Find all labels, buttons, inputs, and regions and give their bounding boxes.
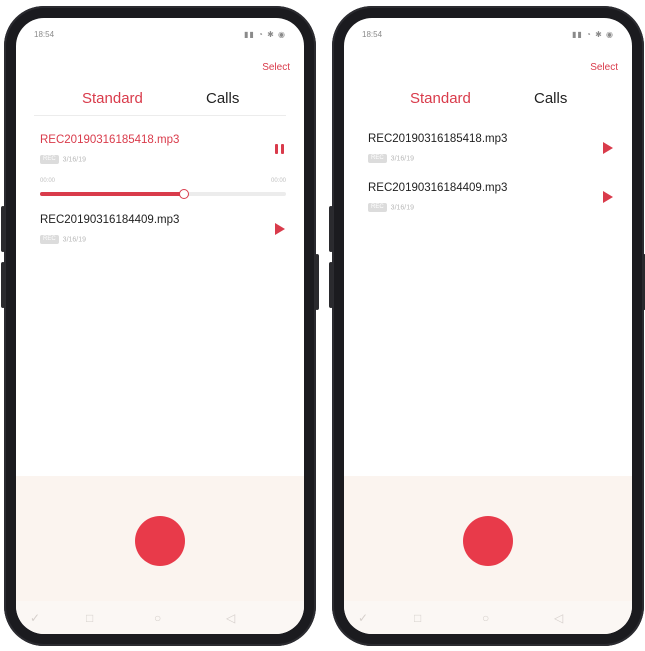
- progress-thumb[interactable]: [178, 189, 189, 199]
- tab-calls[interactable]: Calls: [206, 90, 239, 107]
- phone-right: 18:54 ▮▮ ◔ ✱ ◉ Select Standard Calls REC…: [329, 6, 645, 646]
- triangle-icon[interactable]: ◁: [554, 611, 563, 625]
- recording-meta: REC 3/16/19: [368, 154, 414, 163]
- recording-date: 3/16/19: [390, 204, 415, 212]
- back-check-icon[interactable]: ✓: [30, 611, 40, 625]
- record-panel: [344, 476, 632, 601]
- status-icons: ▮▮ ◔ ✱ ◉: [244, 30, 286, 39]
- recording-name: REC20190316184409.mp3: [40, 214, 180, 226]
- circle-icon[interactable]: ○: [482, 611, 489, 625]
- record-button[interactable]: [463, 516, 513, 566]
- pause-icon[interactable]: [272, 142, 286, 156]
- tab-calls[interactable]: Calls: [534, 90, 567, 107]
- recording-tag: REC: [368, 203, 387, 212]
- status-icons: ▮▮ ◔ ✱ ◉: [572, 30, 614, 39]
- recording-item[interactable]: REC20190316185418.mp3 REC 3/16/19: [368, 133, 616, 173]
- recording-tag: REC: [40, 155, 59, 164]
- screen-right: 18:54 ▮▮ ◔ ✱ ◉ Select Standard Calls REC…: [344, 18, 632, 634]
- volume-down-button: [329, 262, 333, 308]
- recording-item[interactable]: REC20190316184409.mp3 REC 3/16/19: [40, 214, 288, 254]
- recording-name: REC20190316185418.mp3: [40, 134, 180, 146]
- progress-fill: [40, 192, 183, 196]
- circle-icon[interactable]: ○: [154, 611, 161, 625]
- recording-date: 3/16/19: [62, 236, 87, 244]
- recording-name: REC20190316185418.mp3: [368, 133, 508, 145]
- status-time: 18:54: [34, 30, 55, 39]
- nav-bar: ✓ □ ○ ◁: [344, 601, 632, 634]
- select-button[interactable]: Select: [590, 62, 618, 73]
- progress-end-time: 00:00: [270, 178, 286, 184]
- tab-standard[interactable]: Standard: [410, 90, 471, 107]
- phone-left: 18:54 ▮▮ ◔ ✱ ◉ Select Standard Calls REC…: [1, 6, 319, 646]
- recording-name: REC20190316184409.mp3: [368, 182, 508, 194]
- square-icon[interactable]: □: [86, 611, 93, 625]
- recording-meta: REC 3/16/19: [368, 203, 414, 212]
- recording-tag: REC: [40, 235, 59, 244]
- square-icon[interactable]: □: [414, 611, 421, 625]
- play-icon[interactable]: [272, 222, 286, 236]
- recording-meta: REC 3/16/19: [40, 155, 86, 164]
- recording-item[interactable]: REC20190316184409.mp3 REC 3/16/19: [368, 182, 616, 222]
- status-bar: 18:54 ▮▮ ◔ ✱ ◉: [16, 18, 304, 46]
- record-button[interactable]: [135, 516, 185, 566]
- progress-track[interactable]: [40, 189, 286, 199]
- nav-bar: ✓ □ ○ ◁: [16, 601, 304, 634]
- volume-up-button: [1, 206, 5, 252]
- record-panel: [16, 476, 304, 601]
- volume-down-button: [1, 262, 5, 308]
- triangle-icon[interactable]: ◁: [226, 611, 235, 625]
- screen-left: 18:54 ▮▮ ◔ ✱ ◉ Select Standard Calls REC…: [16, 18, 304, 634]
- volume-up-button: [329, 206, 333, 252]
- play-icon[interactable]: [600, 190, 614, 204]
- recording-meta: REC 3/16/19: [40, 235, 86, 244]
- recording-tag: REC: [368, 154, 387, 163]
- tab-bar: Standard Calls: [16, 90, 304, 114]
- divider: [34, 115, 286, 116]
- recording-date: 3/16/19: [62, 156, 87, 164]
- back-check-icon[interactable]: ✓: [358, 611, 368, 625]
- tab-bar: Standard Calls: [344, 90, 632, 114]
- recording-date: 3/16/19: [390, 155, 415, 163]
- select-button[interactable]: Select: [262, 62, 290, 73]
- tab-standard[interactable]: Standard: [82, 90, 143, 107]
- recording-item[interactable]: REC20190316185418.mp3 REC 3/16/19: [40, 134, 288, 174]
- play-icon[interactable]: [600, 141, 614, 155]
- power-button: [315, 254, 319, 310]
- progress-start-time: 00:00: [40, 178, 56, 184]
- status-bar: 18:54 ▮▮ ◔ ✱ ◉: [344, 18, 632, 46]
- status-time: 18:54: [362, 30, 383, 39]
- playback-progress: 00:00 00:00: [40, 178, 286, 206]
